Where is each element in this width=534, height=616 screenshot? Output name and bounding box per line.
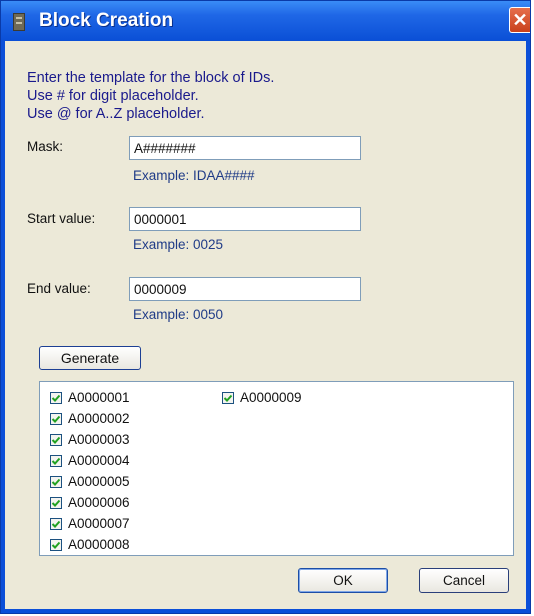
list-column-2: A0000009 [222,387,302,408]
title-bar[interactable]: Block Creation ✕ [1,1,530,41]
list-item[interactable]: A0000006 [50,492,130,513]
list-item-label: A0000009 [240,390,302,405]
list-item-label: A0000001 [68,390,130,405]
list-item[interactable]: A0000002 [50,408,130,429]
dialog-client-area: Enter the template for the block of IDs.… [5,41,526,609]
checkbox[interactable] [50,433,62,446]
list-item[interactable]: A0000004 [50,450,130,471]
checkbox[interactable] [50,496,62,509]
close-icon[interactable]: ✕ [509,7,530,33]
list-item-label: A0000004 [68,453,130,468]
list-item[interactable]: A0000008 [50,534,130,555]
generate-button[interactable]: Generate [39,346,141,370]
app-icon [13,13,25,31]
ok-button[interactable]: OK [298,568,388,593]
checkbox[interactable] [50,517,62,530]
checkbox[interactable] [50,391,62,404]
instruction-line: Enter the template for the block of IDs. [27,70,275,86]
checkbox[interactable] [50,454,62,467]
checkbox[interactable] [50,475,62,488]
mask-example: Example: IDAA#### [133,168,255,183]
mask-input[interactable] [129,136,361,160]
instructions: Enter the template for the block of IDs.… [27,69,274,123]
list-item-label: A0000007 [68,516,130,531]
start-value-label: Start value: [27,211,96,226]
list-item[interactable]: A0000001 [50,387,130,408]
start-value-example: Example: 0025 [133,237,224,252]
list-item-label: A0000002 [68,411,130,426]
window-title: Block Creation [39,10,174,31]
checkbox[interactable] [50,538,62,551]
end-value-input[interactable] [129,277,361,301]
list-column-1: A0000001 A0000002 A0000003 A0000004 A0000005… [50,387,130,555]
list-item-label: A0000006 [68,495,130,510]
start-value-input[interactable] [129,207,361,231]
instruction-line: Use @ for A..Z placeholder. [27,106,205,122]
generated-ids-list[interactable]: A0000001 A0000002 A0000003 A0000004 A0000005… [39,381,514,556]
list-item-label: A0000003 [68,432,130,447]
list-item-label: A0000005 [68,474,130,489]
checkbox[interactable] [50,412,62,425]
instruction-line: Use # for digit placeholder. [27,88,199,104]
end-value-label: End value: [27,281,91,296]
list-item-label: A0000008 [68,537,130,552]
list-item[interactable]: A0000007 [50,513,130,534]
cancel-button[interactable]: Cancel [419,568,509,593]
checkbox[interactable] [222,391,234,404]
list-item[interactable]: A0000005 [50,471,130,492]
list-item[interactable]: A0000009 [222,387,302,408]
end-value-example: Example: 0050 [133,307,224,322]
list-item[interactable]: A0000003 [50,429,130,450]
block-creation-dialog: Block Creation ✕ Enter the template for … [0,0,531,614]
mask-label: Mask: [27,139,64,154]
